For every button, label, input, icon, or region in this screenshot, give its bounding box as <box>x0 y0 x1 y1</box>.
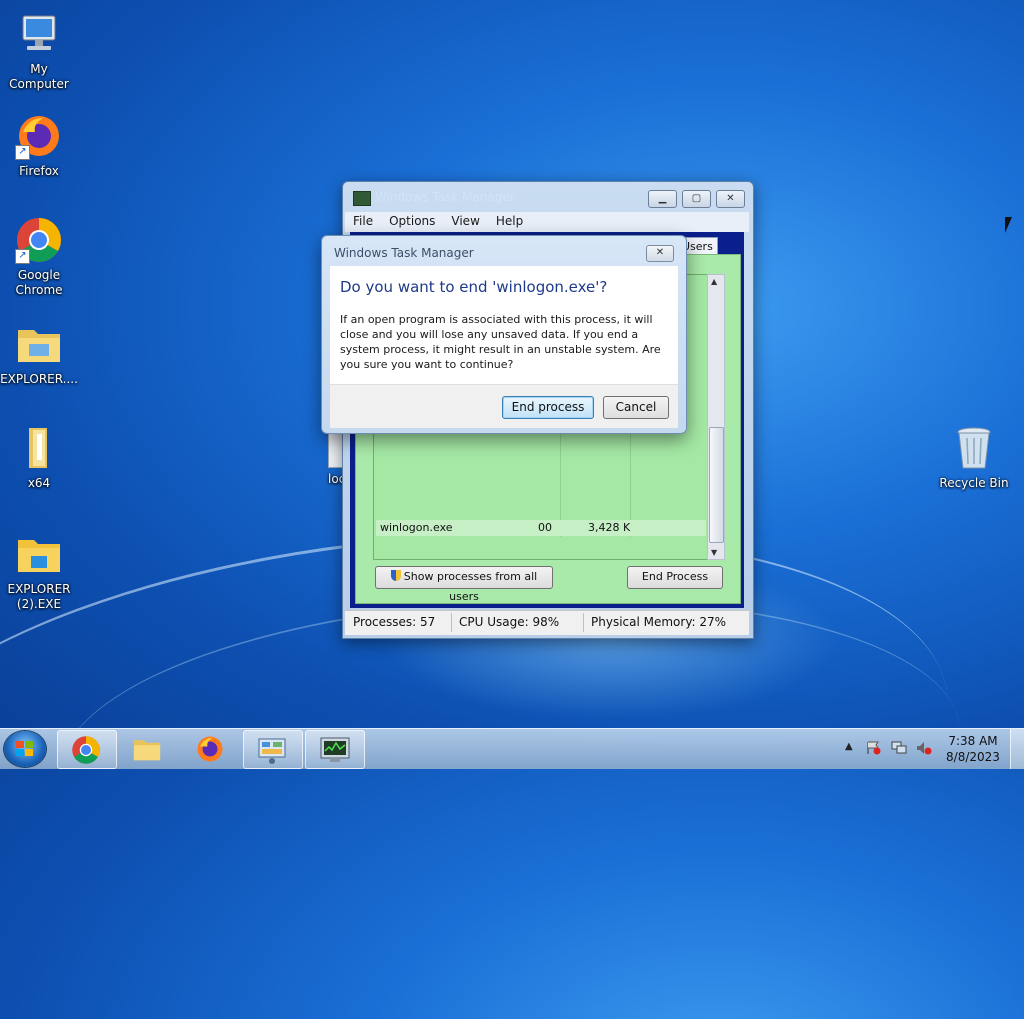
status-cpu: CPU Usage: 98% <box>459 615 560 629</box>
shortcut-arrow-icon: ↗ <box>15 249 30 264</box>
network-icon[interactable] <box>891 741 907 755</box>
firefox-icon: ↗ <box>15 112 63 160</box>
task-manager-menubar: File Options View Help <box>345 212 749 232</box>
menu-options[interactable]: Options <box>381 212 443 228</box>
minimize-button[interactable]: ▁ <box>648 190 677 208</box>
end-process-dialog: Windows Task Manager ✕ Do you want to en… <box>321 235 687 434</box>
menu-file[interactable]: File <box>345 212 381 228</box>
desktop-icon-recycle-bin[interactable]: Recycle Bin <box>934 424 1014 491</box>
end-process-button[interactable]: End Process <box>627 566 723 589</box>
status-memory: Physical Memory: 27% <box>591 615 727 629</box>
process-cpu: 00 <box>538 521 552 534</box>
menu-help[interactable]: Help <box>488 212 531 228</box>
status-separator <box>451 613 452 632</box>
system-clock[interactable]: 7:38 AM 8/8/2023 <box>938 733 1008 765</box>
taskbar: ▲ 7:38 AM 8/8/2023 <box>0 728 1024 769</box>
dialog-close-button[interactable]: ✕ <box>646 245 674 262</box>
close-button[interactable]: ✕ <box>716 190 745 208</box>
scrollbar-thumb[interactable] <box>709 427 724 543</box>
desktop-icon-my-computer[interactable]: My Computer <box>0 10 79 92</box>
status-separator <box>583 613 584 632</box>
desktop-icon-explorer[interactable]: EXPLORER.... <box>0 320 79 387</box>
menu-view[interactable]: View <box>443 212 487 228</box>
status-bar: Processes: 57 CPU Usage: 98% Physical Me… <box>345 610 749 635</box>
volume-muted-icon[interactable] <box>916 741 932 755</box>
mouse-cursor-icon <box>1005 217 1012 233</box>
desktop-icon-explorer-2[interactable]: EXPLORER (2).EXE <box>0 530 79 612</box>
dialog-title: Windows Task Manager <box>334 246 474 260</box>
windows-logo-icon <box>16 741 34 757</box>
start-button[interactable] <box>4 731 46 767</box>
end-process-confirm-button[interactable]: End process <box>502 396 594 419</box>
uac-shield-icon <box>390 570 401 581</box>
dialog-footer: End process Cancel <box>330 384 678 428</box>
folder-icon <box>15 424 63 472</box>
show-hidden-icons-button[interactable]: ▲ <box>845 741 853 752</box>
dialog-message: If an open program is associated with th… <box>340 313 661 371</box>
taskbar-firefox-button[interactable] <box>181 730 239 767</box>
clock-date: 8/8/2023 <box>946 750 1000 764</box>
taskbar-task-manager-button[interactable] <box>305 730 365 769</box>
process-memory: 3,428 K <box>588 521 631 534</box>
clock-time: 7:38 AM <box>948 734 998 748</box>
task-manager-app-icon <box>353 191 371 206</box>
task-manager-title: Windows Task Manager <box>375 190 515 204</box>
task-manager-titlebar[interactable]: Windows Task Manager ▁ ▢ ✕ <box>343 182 753 212</box>
table-row[interactable]: winlogon.exe 00 3,428 K <box>376 520 706 536</box>
control-panel-icon <box>258 738 286 764</box>
folder-icon <box>133 740 161 761</box>
chrome-icon: ↗ <box>15 216 63 264</box>
dialog-body: Do you want to end 'winlogon.exe'? If an… <box>330 266 678 384</box>
folder-icon <box>15 320 63 368</box>
taskbar-control-panel-button[interactable] <box>243 730 303 769</box>
dialog-heading: Do you want to end 'winlogon.exe'? <box>340 278 608 296</box>
scroll-down-icon[interactable]: ▼ <box>711 548 717 557</box>
firefox-icon <box>197 736 223 762</box>
shortcut-arrow-icon: ↗ <box>15 145 30 160</box>
process-name: winlogon.exe <box>380 521 453 534</box>
scroll-up-icon[interactable]: ▲ <box>711 277 717 286</box>
taskbar-chrome-button[interactable] <box>57 730 117 769</box>
task-manager-icon <box>320 737 350 762</box>
recycle-bin-icon <box>950 424 998 472</box>
chrome-icon <box>72 736 100 764</box>
status-processes: Processes: 57 <box>353 615 436 629</box>
computer-icon <box>15 10 63 58</box>
folder-icon <box>15 530 63 578</box>
cancel-button[interactable]: Cancel <box>603 396 669 419</box>
process-list-scrollbar[interactable]: ▲ ▼ <box>707 274 725 560</box>
action-center-flag-icon[interactable] <box>866 741 882 755</box>
desktop-icon-x64[interactable]: x64 <box>0 424 79 491</box>
desktop-icon-firefox[interactable]: ↗ Firefox <box>0 112 79 179</box>
show-all-processes-button[interactable]: Show processes from all users <box>375 566 553 603</box>
taskbar-explorer-button[interactable] <box>119 730 177 767</box>
desktop-icon-google-chrome[interactable]: ↗ Google Chrome <box>0 216 79 298</box>
maximize-button[interactable]: ▢ <box>682 190 711 208</box>
show-desktop-button[interactable] <box>1010 729 1024 769</box>
